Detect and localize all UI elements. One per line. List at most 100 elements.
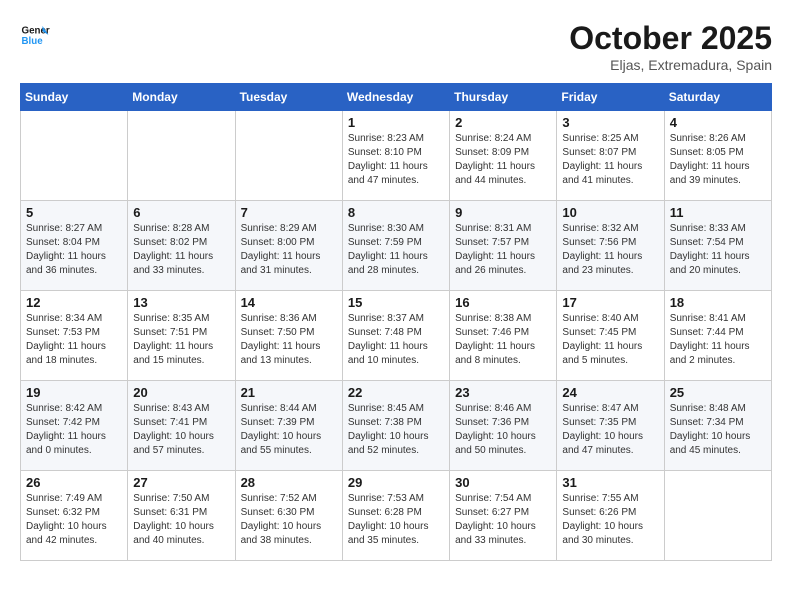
day-number: 19	[26, 385, 122, 400]
calendar-cell: 5 Sunrise: 8:27 AM Sunset: 8:04 PM Daylig…	[21, 201, 128, 291]
calendar-cell: 21 Sunrise: 8:44 AM Sunset: 7:39 PM Dayli…	[235, 381, 342, 471]
day-number: 27	[133, 475, 229, 490]
location: Eljas, Extremadura, Spain	[569, 57, 772, 73]
day-number: 23	[455, 385, 551, 400]
weekday-header-wednesday: Wednesday	[342, 84, 449, 111]
day-info: Sunrise: 8:26 AM Sunset: 8:05 PM Dayligh…	[670, 132, 766, 188]
day-number: 25	[670, 385, 766, 400]
weekday-header-thursday: Thursday	[450, 84, 557, 111]
day-info: Sunrise: 7:53 AM Sunset: 6:28 PM Dayligh…	[348, 492, 444, 548]
day-number: 5	[26, 205, 122, 220]
day-number: 16	[455, 295, 551, 310]
day-number: 29	[348, 475, 444, 490]
calendar-cell: 11 Sunrise: 8:33 AM Sunset: 7:54 PM Dayli…	[664, 201, 771, 291]
day-info: Sunrise: 8:23 AM Sunset: 8:10 PM Dayligh…	[348, 132, 444, 188]
day-number: 21	[241, 385, 337, 400]
day-number: 28	[241, 475, 337, 490]
day-info: Sunrise: 8:41 AM Sunset: 7:44 PM Dayligh…	[670, 312, 766, 368]
day-number: 9	[455, 205, 551, 220]
page-header: General Blue October 2025 Eljas, Extrema…	[20, 20, 772, 73]
day-number: 14	[241, 295, 337, 310]
day-number: 20	[133, 385, 229, 400]
calendar-cell: 22Sunrise: 8:45 AM Sunset: 7:38 PM Dayli…	[342, 381, 449, 471]
calendar-cell: 7 Sunrise: 8:29 AM Sunset: 8:00 PM Daylig…	[235, 201, 342, 291]
day-number: 30	[455, 475, 551, 490]
day-info: Sunrise: 7:52 AM Sunset: 6:30 PM Dayligh…	[241, 492, 337, 548]
day-info: Sunrise: 8:27 AM Sunset: 8:04 PM Dayligh…	[26, 222, 122, 278]
day-info: Sunrise: 8:32 AM Sunset: 7:56 PM Dayligh…	[562, 222, 658, 278]
day-number: 8	[348, 205, 444, 220]
weekday-header-friday: Friday	[557, 84, 664, 111]
day-number: 3	[562, 115, 658, 130]
calendar-cell: 17 Sunrise: 8:40 AM Sunset: 7:45 PM Dayli…	[557, 291, 664, 381]
day-number: 2	[455, 115, 551, 130]
day-info: Sunrise: 8:40 AM Sunset: 7:45 PM Dayligh…	[562, 312, 658, 368]
day-number: 4	[670, 115, 766, 130]
day-info: Sunrise: 8:38 AM Sunset: 7:46 PM Dayligh…	[455, 312, 551, 368]
day-info: Sunrise: 8:36 AM Sunset: 7:50 PM Dayligh…	[241, 312, 337, 368]
day-number: 31	[562, 475, 658, 490]
day-number: 7	[241, 205, 337, 220]
weekday-header-saturday: Saturday	[664, 84, 771, 111]
weekday-header-monday: Monday	[128, 84, 235, 111]
day-info: Sunrise: 8:28 AM Sunset: 8:02 PM Dayligh…	[133, 222, 229, 278]
day-number: 12	[26, 295, 122, 310]
calendar-cell: 27 Sunrise: 7:50 AM Sunset: 6:31 PM Dayli…	[128, 471, 235, 561]
calendar-cell: 12 Sunrise: 8:34 AM Sunset: 7:53 PM Dayli…	[21, 291, 128, 381]
day-info: Sunrise: 7:55 AM Sunset: 6:26 PM Dayligh…	[562, 492, 658, 548]
calendar-cell: 26 Sunrise: 7:49 AM Sunset: 6:32 PM Dayli…	[21, 471, 128, 561]
day-info: Sunrise: 8:48 AM Sunset: 7:34 PM Dayligh…	[670, 402, 766, 458]
calendar-cell: 29 Sunrise: 7:53 AM Sunset: 6:28 PM Dayli…	[342, 471, 449, 561]
calendar-cell	[128, 111, 235, 201]
day-info: Sunrise: 8:42 AM Sunset: 7:42 PM Dayligh…	[26, 402, 122, 458]
day-info: Sunrise: 8:29 AM Sunset: 8:00 PM Dayligh…	[241, 222, 337, 278]
day-info: Sunrise: 7:50 AM Sunset: 6:31 PM Dayligh…	[133, 492, 229, 548]
calendar-cell	[664, 471, 771, 561]
day-number: 10	[562, 205, 658, 220]
day-number: 6	[133, 205, 229, 220]
day-number: 17	[562, 295, 658, 310]
day-info: Sunrise: 8:47 AM Sunset: 7:35 PM Dayligh…	[562, 402, 658, 458]
calendar-cell: 14 Sunrise: 8:36 AM Sunset: 7:50 PM Dayli…	[235, 291, 342, 381]
day-number: 13	[133, 295, 229, 310]
calendar-cell: 13Sunrise: 8:35 AM Sunset: 7:51 PM Dayli…	[128, 291, 235, 381]
day-info: Sunrise: 7:49 AM Sunset: 6:32 PM Dayligh…	[26, 492, 122, 548]
calendar-cell: 23 Sunrise: 8:46 AM Sunset: 7:36 PM Dayli…	[450, 381, 557, 471]
calendar-cell: 6 Sunrise: 8:28 AM Sunset: 8:02 PM Daylig…	[128, 201, 235, 291]
day-info: Sunrise: 8:24 AM Sunset: 8:09 PM Dayligh…	[455, 132, 551, 188]
day-number: 24	[562, 385, 658, 400]
calendar-cell	[21, 111, 128, 201]
day-info: Sunrise: 7:54 AM Sunset: 6:27 PM Dayligh…	[455, 492, 551, 548]
calendar-cell: 30 Sunrise: 7:54 AM Sunset: 6:27 PM Dayli…	[450, 471, 557, 561]
calendar-cell: 15 Sunrise: 8:37 AM Sunset: 7:48 PM Dayli…	[342, 291, 449, 381]
day-info: Sunrise: 8:33 AM Sunset: 7:54 PM Dayligh…	[670, 222, 766, 278]
calendar-cell: 2 Sunrise: 8:24 AM Sunset: 8:09 PM Daylig…	[450, 111, 557, 201]
title-block: October 2025 Eljas, Extremadura, Spain	[569, 20, 772, 73]
calendar-cell: 9Sunrise: 8:31 AM Sunset: 7:57 PM Daylig…	[450, 201, 557, 291]
day-number: 11	[670, 205, 766, 220]
weekday-header-tuesday: Tuesday	[235, 84, 342, 111]
calendar-cell: 24 Sunrise: 8:47 AM Sunset: 7:35 PM Dayli…	[557, 381, 664, 471]
calendar-cell: 28 Sunrise: 7:52 AM Sunset: 6:30 PM Dayli…	[235, 471, 342, 561]
day-info: Sunrise: 8:43 AM Sunset: 7:41 PM Dayligh…	[133, 402, 229, 458]
calendar-cell: 25 Sunrise: 8:48 AM Sunset: 7:34 PM Dayli…	[664, 381, 771, 471]
day-number: 1	[348, 115, 444, 130]
day-number: 15	[348, 295, 444, 310]
day-info: Sunrise: 8:34 AM Sunset: 7:53 PM Dayligh…	[26, 312, 122, 368]
calendar-cell: 1 Sunrise: 8:23 AM Sunset: 8:10 PM Daylig…	[342, 111, 449, 201]
day-info: Sunrise: 8:30 AM Sunset: 7:59 PM Dayligh…	[348, 222, 444, 278]
day-number: 18	[670, 295, 766, 310]
svg-text:Blue: Blue	[22, 36, 44, 47]
day-info: Sunrise: 8:25 AM Sunset: 8:07 PM Dayligh…	[562, 132, 658, 188]
month-title: October 2025	[569, 20, 772, 57]
day-info: Sunrise: 8:37 AM Sunset: 7:48 PM Dayligh…	[348, 312, 444, 368]
calendar-cell: 19 Sunrise: 8:42 AM Sunset: 7:42 PM Dayli…	[21, 381, 128, 471]
calendar-cell: 8 Sunrise: 8:30 AM Sunset: 7:59 PM Daylig…	[342, 201, 449, 291]
calendar-cell: 20 Sunrise: 8:43 AM Sunset: 7:41 PM Dayli…	[128, 381, 235, 471]
day-info: Sunrise: 8:46 AM Sunset: 7:36 PM Dayligh…	[455, 402, 551, 458]
day-info: Sunrise: 8:45 AM Sunset: 7:38 PM Dayligh…	[348, 402, 444, 458]
calendar-cell: 3 Sunrise: 8:25 AM Sunset: 8:07 PM Daylig…	[557, 111, 664, 201]
weekday-header-sunday: Sunday	[21, 84, 128, 111]
day-info: Sunrise: 8:44 AM Sunset: 7:39 PM Dayligh…	[241, 402, 337, 458]
day-number: 26	[26, 475, 122, 490]
